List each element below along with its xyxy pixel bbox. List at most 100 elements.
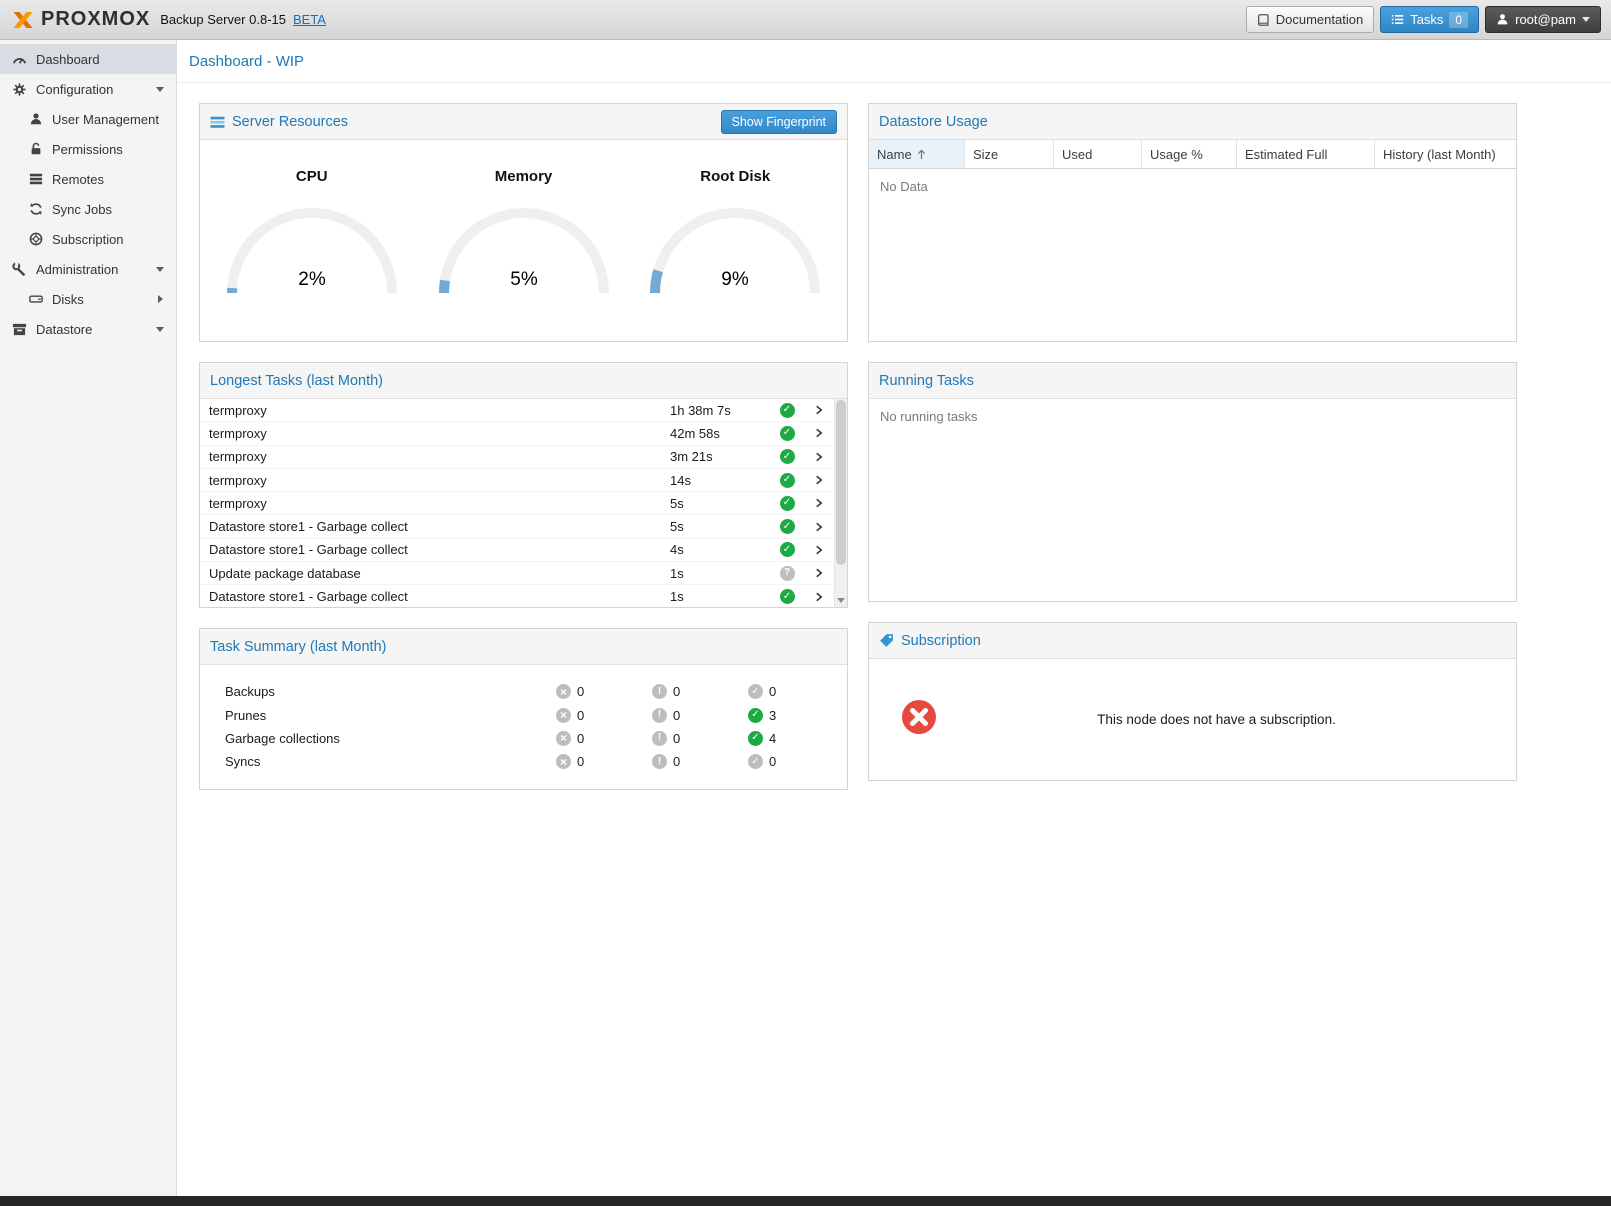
svg-text:9%: 9%	[722, 269, 750, 290]
scrollbar-down-button[interactable]	[835, 594, 847, 607]
collapse-arrow-icon[interactable]	[154, 263, 166, 275]
task-list-icon	[1391, 13, 1404, 26]
warning-count-icon	[652, 708, 667, 723]
main-area: Dashboard - WIP Server Resources Show Fi…	[177, 40, 1611, 1196]
running-tasks-header: Running Tasks	[869, 363, 1516, 399]
ok-count-icon	[748, 754, 763, 769]
sidebar-item-subscription[interactable]: Subscription	[0, 224, 176, 254]
subscription-panel: Subscription This node does not have a s…	[868, 622, 1517, 781]
open-task-chevron-icon[interactable]	[804, 566, 834, 580]
task-row[interactable]: termproxy 3m 21s	[200, 446, 834, 469]
server-resources-header: Server Resources Show Fingerprint	[200, 104, 847, 140]
ok-count-icon	[748, 684, 763, 699]
resource-gauges: CPU 2% Memory 5%	[200, 140, 847, 297]
warning-count-icon	[652, 754, 667, 769]
server-icon	[28, 172, 43, 187]
subscription-message: This node does not have a subscription.	[937, 712, 1516, 727]
gears-icon	[12, 82, 27, 97]
svg-text:5%: 5%	[510, 269, 538, 290]
expand-arrow-icon[interactable]	[154, 293, 166, 305]
documentation-button[interactable]: Documentation	[1246, 6, 1374, 33]
life-ring-icon	[28, 232, 43, 247]
open-task-chevron-icon[interactable]	[804, 403, 834, 417]
sidebar-item-permissions[interactable]: Permissions	[0, 134, 176, 164]
task-status-icon	[780, 426, 795, 441]
warning-count-icon	[652, 684, 667, 699]
tasks-button[interactable]: Tasks 0	[1380, 6, 1479, 33]
resources-bars-icon	[210, 115, 225, 129]
task-row[interactable]: termproxy 5s	[200, 492, 834, 515]
task-row[interactable]: termproxy 1h 38m 7s	[200, 399, 834, 422]
task-status-icon	[780, 403, 795, 418]
sidebar-item-configuration[interactable]: Configuration	[0, 74, 176, 104]
column-header-size[interactable]: Size	[965, 140, 1054, 168]
warning-count-icon	[652, 731, 667, 746]
show-fingerprint-button[interactable]: Show Fingerprint	[721, 110, 838, 134]
svg-text:2%: 2%	[298, 269, 326, 290]
page-title: Dashboard - WIP	[189, 53, 304, 70]
open-task-chevron-icon[interactable]	[804, 520, 834, 534]
server-resources-panel: Server Resources Show Fingerprint CPU 2%…	[199, 103, 848, 342]
column-header-name[interactable]: Name	[869, 140, 965, 168]
task-summary-panel: Task Summary (last Month) Backups 0 0 0 …	[199, 628, 848, 790]
task-status-icon	[780, 496, 795, 511]
datastore-usage-panel: Datastore Usage Name Size Used Usage % E…	[868, 103, 1517, 342]
task-status-icon	[780, 542, 795, 557]
task-status-icon	[780, 449, 795, 464]
sidebar-item-user-management[interactable]: User Management	[0, 104, 176, 134]
task-row[interactable]: termproxy 14s	[200, 469, 834, 492]
open-task-chevron-icon[interactable]	[804, 543, 834, 557]
proxmox-x-icon	[10, 8, 36, 32]
open-task-chevron-icon[interactable]	[804, 450, 834, 464]
unlock-icon	[28, 142, 43, 157]
page-title-bar: Dashboard - WIP	[177, 40, 1611, 83]
bottom-dark-strip	[0, 1196, 1611, 1206]
task-summary-header: Task Summary (last Month)	[200, 629, 847, 665]
vertical-scrollbar[interactable]	[834, 399, 847, 608]
user-menu-button[interactable]: root@pam	[1485, 6, 1601, 33]
longest-tasks-grid: termproxy 1h 38m 7s termproxy 42m 58s te…	[200, 399, 847, 608]
error-count-icon	[556, 684, 571, 699]
open-task-chevron-icon[interactable]	[804, 473, 834, 487]
open-task-chevron-icon[interactable]	[804, 426, 834, 440]
no-running-tasks-text: No running tasks	[869, 399, 1516, 434]
open-task-chevron-icon[interactable]	[804, 590, 834, 604]
longest-tasks-header: Longest Tasks (last Month)	[200, 363, 847, 399]
sidebar-item-disks[interactable]: Disks	[0, 284, 176, 314]
task-row[interactable]: Update package database 1s	[200, 562, 834, 585]
task-row[interactable]: Datastore store1 - Garbage collect 4s	[200, 539, 834, 562]
column-header-used[interactable]: Used	[1054, 140, 1142, 168]
column-header-estimated-full[interactable]: Estimated Full	[1237, 140, 1375, 168]
summary-row: Prunes 0 0 3	[200, 703, 847, 726]
sidebar-item-administration[interactable]: Administration	[0, 254, 176, 284]
task-row[interactable]: Datastore store1 - Garbage collect 1s	[200, 585, 834, 608]
collapse-arrow-icon[interactable]	[154, 83, 166, 95]
column-header-history[interactable]: History (last Month)	[1375, 140, 1516, 168]
scrollbar-thumb[interactable]	[836, 400, 846, 565]
tachometer-icon	[12, 52, 27, 67]
no-data-text: No Data	[869, 169, 1516, 204]
error-count-icon	[556, 708, 571, 723]
memory-gauge: Memory 5%	[424, 168, 624, 297]
collapse-arrow-icon[interactable]	[154, 323, 166, 335]
sidebar-item-dashboard[interactable]: Dashboard	[0, 44, 176, 74]
task-row[interactable]: termproxy 42m 58s	[200, 422, 834, 445]
open-task-chevron-icon[interactable]	[804, 496, 834, 510]
error-count-icon	[556, 731, 571, 746]
cpu-gauge: CPU 2%	[212, 168, 412, 297]
top-bar: PROXMOX Backup Server 0.8-15 BETA Docume…	[0, 0, 1611, 40]
task-row[interactable]: Datastore store1 - Garbage collect 5s	[200, 515, 834, 538]
wrench-icon	[12, 262, 27, 277]
error-count-icon	[556, 754, 571, 769]
sidebar-item-remotes[interactable]: Remotes	[0, 164, 176, 194]
chevron-down-icon	[1582, 17, 1590, 22]
tasks-count-badge: 0	[1449, 12, 1468, 28]
sidebar-item-sync-jobs[interactable]: Sync Jobs	[0, 194, 176, 224]
column-header-usage-percent[interactable]: Usage %	[1142, 140, 1237, 168]
user-icon	[28, 112, 43, 127]
ok-count-icon	[748, 731, 763, 746]
proxmox-logo: PROXMOX	[10, 8, 150, 32]
beta-link[interactable]: BETA	[293, 12, 326, 27]
ticket-icon	[879, 633, 894, 648]
sidebar-item-datastore[interactable]: Datastore	[0, 314, 176, 344]
